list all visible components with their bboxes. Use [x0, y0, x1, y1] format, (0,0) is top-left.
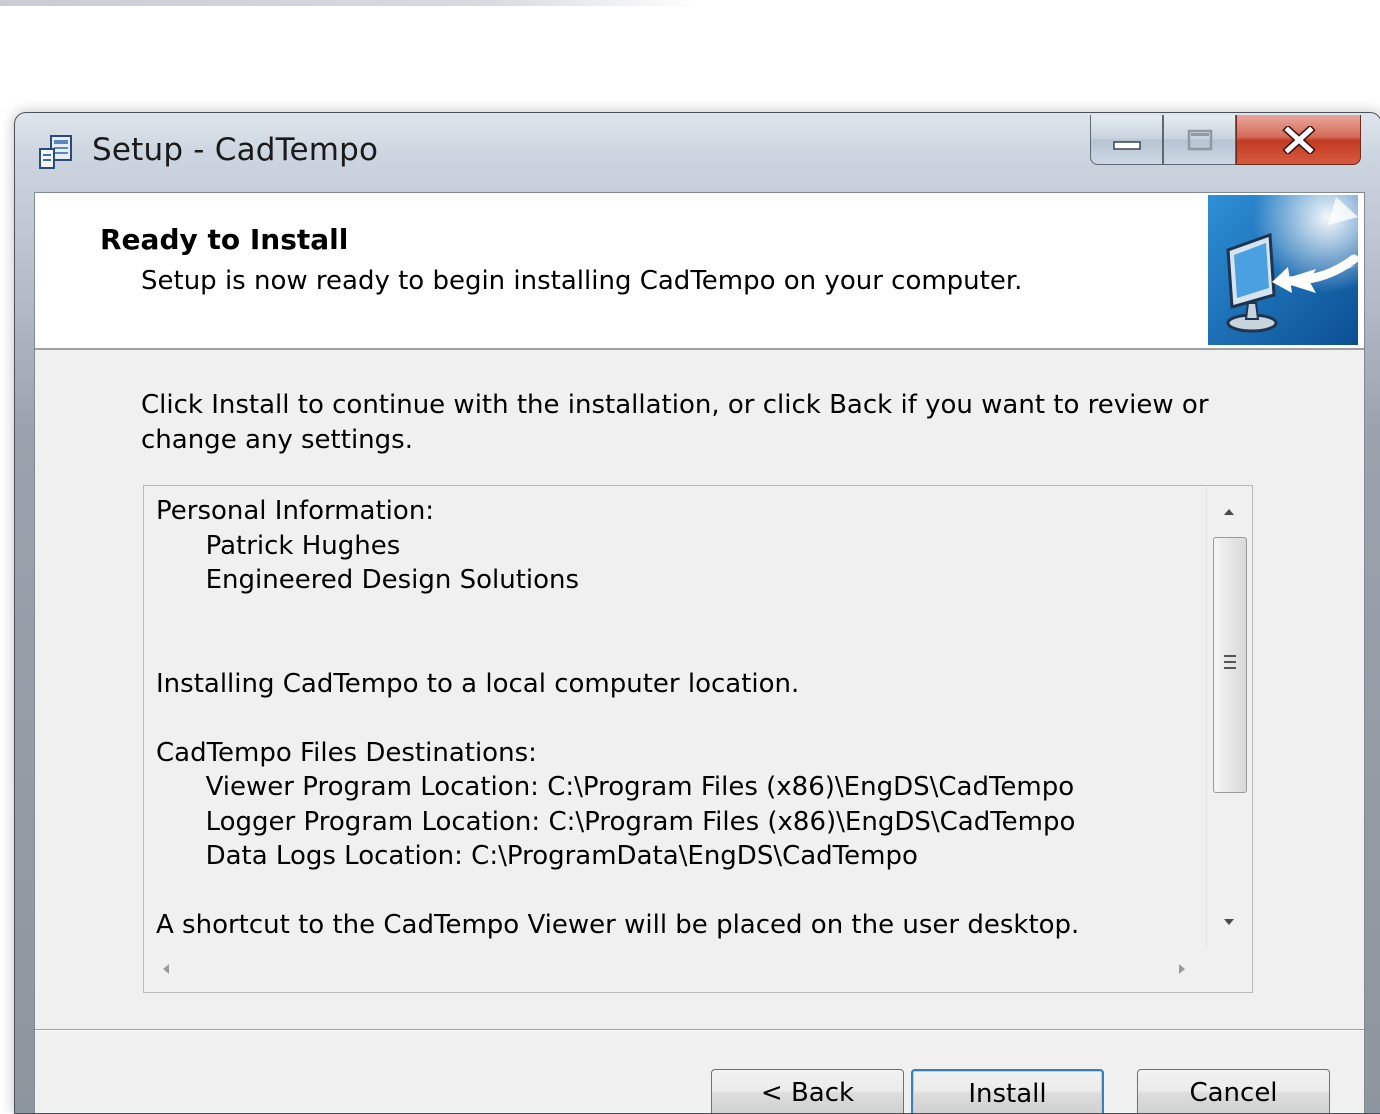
close-icon: [1281, 125, 1316, 154]
scroll-right-icon[interactable]: [1175, 962, 1189, 976]
maximize-button[interactable]: [1163, 115, 1236, 165]
memo-line: Installing CadTempo to a local computer …: [156, 668, 800, 699]
setup-installer-icon: [39, 135, 72, 169]
scroll-left-icon[interactable]: [159, 962, 173, 976]
memo-line: CadTempo Files Destinations:: [156, 737, 537, 768]
memo-line: Patrick Hughes: [156, 530, 401, 561]
memo-line: [156, 598, 1196, 633]
monitor-install-arrow-icon: [1208, 195, 1358, 345]
memo-line: Personal Information:: [156, 496, 435, 526]
memo-line: Data Logs Location: C:\ProgramData\EngDS…: [156, 841, 918, 871]
window-title: Setup - CadTempo: [92, 132, 379, 168]
wizard-client-area: Ready to Install Setup is now ready to b…: [34, 192, 1365, 1113]
grip-icon: [1224, 655, 1236, 669]
ready-memo[interactable]: Personal Information: Patrick Hughes Eng…: [143, 485, 1253, 993]
minimize-icon: [1112, 140, 1141, 150]
cancel-button[interactable]: Cancel: [1137, 1069, 1330, 1113]
memo-line: Logger Program Location: C:\Program File…: [156, 806, 1076, 837]
memo-line: A shortcut to the CadTempo Viewer will b…: [156, 910, 1080, 940]
footer-divider: [35, 1029, 1364, 1031]
vertical-scrollbar[interactable]: [1206, 487, 1251, 947]
memo-line: [156, 632, 1196, 667]
back-button[interactable]: < Back: [711, 1069, 904, 1113]
setup-window: Setup - CadTempo Ready to Install Setup …: [14, 112, 1380, 1114]
memo-text: Personal Information: Patrick Hughes Eng…: [156, 494, 1196, 943]
minimize-button[interactable]: [1090, 115, 1163, 165]
page-subtitle: Setup is now ready to begin installing C…: [141, 266, 1023, 296]
horizontal-scrollbar[interactable]: [145, 947, 1207, 991]
caption-buttons: [1090, 115, 1365, 167]
install-button[interactable]: Install: [911, 1069, 1104, 1113]
wizard-header: Ready to Install Setup is now ready to b…: [35, 193, 1364, 350]
vertical-scroll-thumb[interactable]: [1213, 537, 1247, 793]
page-title: Ready to Install: [100, 223, 349, 256]
scroll-up-icon[interactable]: [1222, 505, 1236, 519]
close-button[interactable]: [1236, 115, 1361, 165]
scroll-down-icon[interactable]: [1222, 915, 1236, 929]
instructions-text: Click Install to continue with the insta…: [141, 390, 1209, 455]
memo-line: [156, 701, 1196, 736]
memo-line: [156, 874, 1196, 909]
memo-line: Viewer Program Location: C:\Program File…: [156, 772, 1075, 802]
memo-line: Engineered Design Solutions: [156, 565, 580, 595]
maximize-icon: [1187, 129, 1212, 150]
background-strip: [0, 0, 700, 6]
title-bar[interactable]: Setup - CadTempo: [15, 113, 1380, 191]
